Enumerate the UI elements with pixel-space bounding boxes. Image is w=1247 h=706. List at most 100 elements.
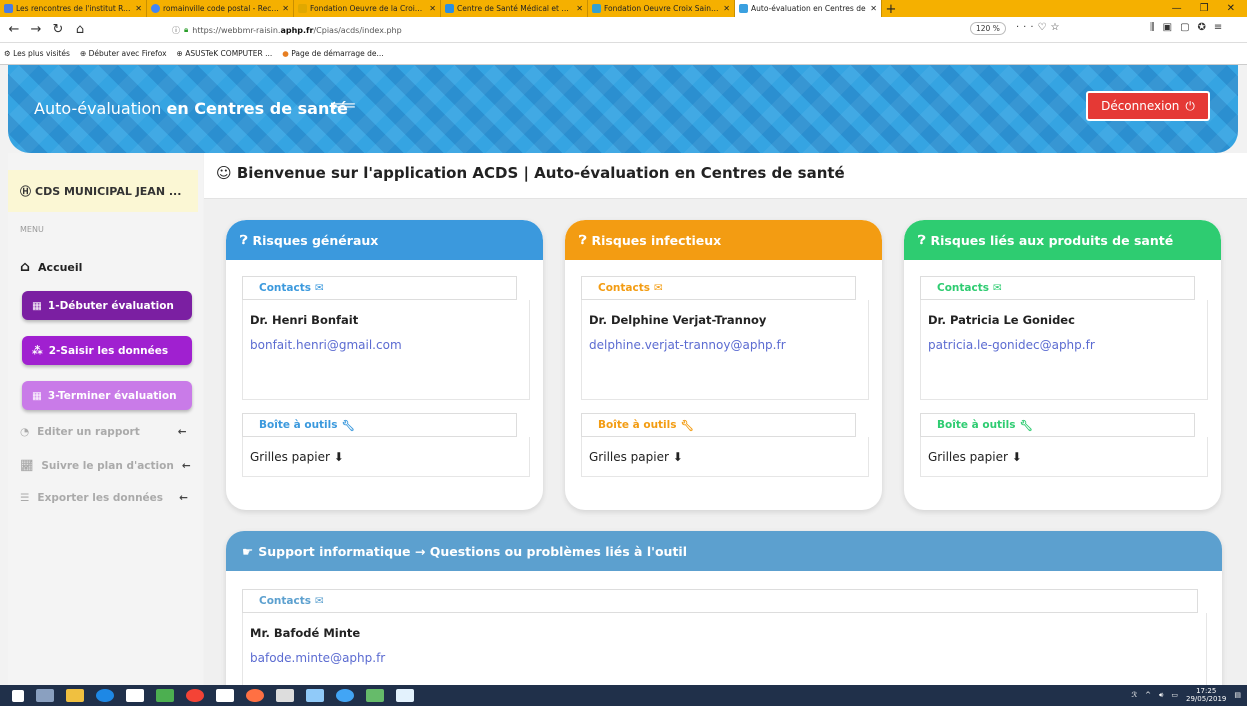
close-icon[interactable]: ✕ xyxy=(282,4,289,13)
close-icon[interactable]: ✕ xyxy=(576,4,583,13)
contact-email[interactable]: bonfait.henri@gmail.com xyxy=(250,338,402,352)
browser-tab[interactable]: Centre de Santé Médical et Den ✕ xyxy=(441,0,588,17)
bookmarks-bar: ⚙ Les plus visités ⊕ Débuter avec Firefo… xyxy=(0,43,1247,65)
tab-favicon xyxy=(4,4,13,13)
contacts-header: Contacts ✉ xyxy=(242,276,517,300)
menu-label: MENU xyxy=(20,225,44,234)
main-content: ☺ Bienvenue sur l'application ACDS | Aut… xyxy=(204,153,1247,691)
zoom-indicator[interactable]: 120 % xyxy=(970,22,1006,35)
step2-button[interactable]: ⁂ 2-Saisir les données xyxy=(22,336,192,365)
windows-start-icon[interactable] xyxy=(12,689,24,702)
excel-icon[interactable] xyxy=(366,689,384,702)
sidebar-icon[interactable]: ▣ xyxy=(1163,22,1180,33)
clock[interactable]: 17:25 29/05/2019 xyxy=(1186,687,1226,703)
tab-favicon xyxy=(592,4,601,13)
edge-icon[interactable] xyxy=(96,689,114,702)
more-icon[interactable]: ··· xyxy=(1016,22,1038,33)
windows-taskbar: ℛ ^ 🔊︎ ▭ 17:25 29/05/2019 ▤ xyxy=(0,685,1247,706)
close-icon[interactable]: ✕ xyxy=(870,4,877,13)
browser-tab[interactable]: Les rencontres de l'institut Ren ✕ xyxy=(0,0,147,17)
app-icon[interactable] xyxy=(336,689,354,702)
sidebar-item-report[interactable]: ◔ Editer un rapport ← xyxy=(20,426,187,438)
restore-icon[interactable]: ❐ xyxy=(1200,3,1209,14)
people-icon[interactable]: ℛ xyxy=(1132,691,1138,699)
store-icon[interactable] xyxy=(126,689,144,702)
reload-icon[interactable]: ↻ xyxy=(50,22,66,37)
tab-favicon xyxy=(739,4,748,13)
download-paper-grids[interactable]: Grilles papier ⬇ xyxy=(250,450,344,464)
file-explorer-icon[interactable] xyxy=(66,689,84,702)
home-icon[interactable]: ⌂ xyxy=(72,22,88,37)
info-icon[interactable]: ⓘ xyxy=(172,25,180,36)
app-icon[interactable] xyxy=(306,689,324,702)
app-title: Auto-évaluation en Centres de santé xyxy=(34,99,348,118)
task-view-icon[interactable] xyxy=(36,689,54,702)
close-icon[interactable]: ✕ xyxy=(429,4,436,13)
calendar-icon: ▦ xyxy=(32,299,42,312)
wrench-icon: 🔧︎ xyxy=(1019,419,1033,432)
browser-tab[interactable]: romainville code postal - Reche ✕ xyxy=(147,0,294,17)
support-header: ☛ Support informatique → Questions ou pro… xyxy=(226,531,1222,571)
logout-button[interactable]: Déconnexion ⏻ xyxy=(1086,91,1210,121)
step3-button[interactable]: ▦ 3-Terminer évaluation xyxy=(22,381,192,410)
organization-badge: Ⓗ CDS MUNICIPAL JEAN ... xyxy=(8,170,198,212)
sidebar-item-action-plan[interactable]: 📈︎ Suivre le plan d'action ← xyxy=(20,459,191,473)
extension-icon[interactable]: ✪ xyxy=(1198,22,1214,33)
download-paper-grids[interactable]: Grilles papier ⬇ xyxy=(928,450,1022,464)
mail-icon[interactable] xyxy=(276,689,294,702)
envelope-icon: ✉ xyxy=(993,282,1002,294)
close-icon[interactable]: ✕ xyxy=(723,4,730,13)
close-icon[interactable]: ✕ xyxy=(135,4,142,13)
arrow-left-icon: ← xyxy=(177,426,187,438)
bookmark-item[interactable]: ⊕ Débuter avec Firefox xyxy=(80,49,167,58)
minimize-icon[interactable]: — xyxy=(1172,3,1182,14)
download-icon: ⬇ xyxy=(1011,450,1022,464)
hamburger-menu-icon[interactable]: ≡ xyxy=(1214,22,1230,33)
system-tray: ℛ ^ 🔊︎ ▭ 17:25 29/05/2019 ▤ xyxy=(1132,687,1242,703)
chevron-up-icon[interactable]: ^ xyxy=(1145,691,1151,699)
contact-email[interactable]: delphine.verjat-trannoy@aphp.fr xyxy=(589,338,786,352)
bookmark-item[interactable]: ⚙ Les plus visités xyxy=(4,49,70,58)
close-window-icon[interactable]: ✕ xyxy=(1227,3,1235,14)
download-paper-grids[interactable]: Grilles papier ⬇ xyxy=(589,450,683,464)
pocket-icon[interactable]: ♡ xyxy=(1038,22,1051,33)
question-icon: ❓︎ xyxy=(579,232,587,247)
window-controls: — ❐ ✕ xyxy=(1172,0,1247,17)
sidebar-item-home[interactable]: ⌂ Accueil xyxy=(20,259,82,275)
download-icon: ⬇ xyxy=(672,450,683,464)
volume-icon[interactable]: 🔊︎ xyxy=(1159,691,1163,700)
tab-favicon xyxy=(298,4,307,13)
contact-email[interactable]: bafode.minte@aphp.fr xyxy=(250,651,385,665)
chrome-icon[interactable] xyxy=(186,689,204,702)
power-icon: ⏻ xyxy=(1185,98,1195,113)
new-tab-button[interactable]: + xyxy=(882,2,900,17)
notification-icon[interactable]: ▤ xyxy=(1234,691,1241,699)
bookmark-item[interactable]: ● Page de démarrage de... xyxy=(282,49,383,58)
document-icon[interactable] xyxy=(216,689,234,702)
network-icon[interactable]: ▭ xyxy=(1171,691,1178,699)
support-card: ☛ Support informatique → Questions ou pro… xyxy=(226,531,1222,691)
bookmark-item[interactable]: ⊕ ASUSTeK COMPUTER ... xyxy=(177,49,273,58)
pocket-list-icon[interactable]: ▢ xyxy=(1180,22,1197,33)
forward-icon[interactable]: → xyxy=(28,22,44,37)
file-icon[interactable] xyxy=(396,689,414,702)
menu-toggle-arrow-icon[interactable]: ⟸ xyxy=(330,95,356,116)
contact-email[interactable]: patricia.le-gonidec@aphp.fr xyxy=(928,338,1095,352)
browser-tab[interactable]: Fondation Oeuvre de la Croix S ✕ xyxy=(294,0,441,17)
card-header: ❓︎ Risques généraux xyxy=(226,220,543,260)
browser-tab-active[interactable]: Auto-évaluation en Centres de ✕ xyxy=(735,0,882,17)
firefox-icon[interactable] xyxy=(246,689,264,702)
bookmark-star-icon[interactable]: ☆ xyxy=(1051,22,1064,33)
app-icon[interactable] xyxy=(156,689,174,702)
back-icon[interactable]: ← xyxy=(6,22,22,37)
browser-tab[interactable]: Fondation Oeuvre Croix Saint S ✕ xyxy=(588,0,735,17)
card-header: ❓︎ Risques liés aux produits de santé xyxy=(904,220,1221,260)
url-bar[interactable]: ⓘ 🔒︎ https://webbmr-raisin.aphp.fr/Cpias… xyxy=(172,21,992,39)
toolbar-icons: ⫼▣▢✪≡ xyxy=(1150,22,1230,33)
library-icon[interactable]: ⫼ xyxy=(1150,22,1163,33)
browser-tab-bar: Les rencontres de l'institut Ren ✕ romain… xyxy=(0,0,1247,17)
contact-name: Dr. Delphine Verjat-Trannoy xyxy=(589,313,767,327)
step1-button[interactable]: ▦ 1-Débuter évaluation xyxy=(22,291,192,320)
sidebar-item-export[interactable]: ☰ Exporter les données ← xyxy=(20,492,188,504)
cubes-icon: ⁂ xyxy=(32,344,43,357)
